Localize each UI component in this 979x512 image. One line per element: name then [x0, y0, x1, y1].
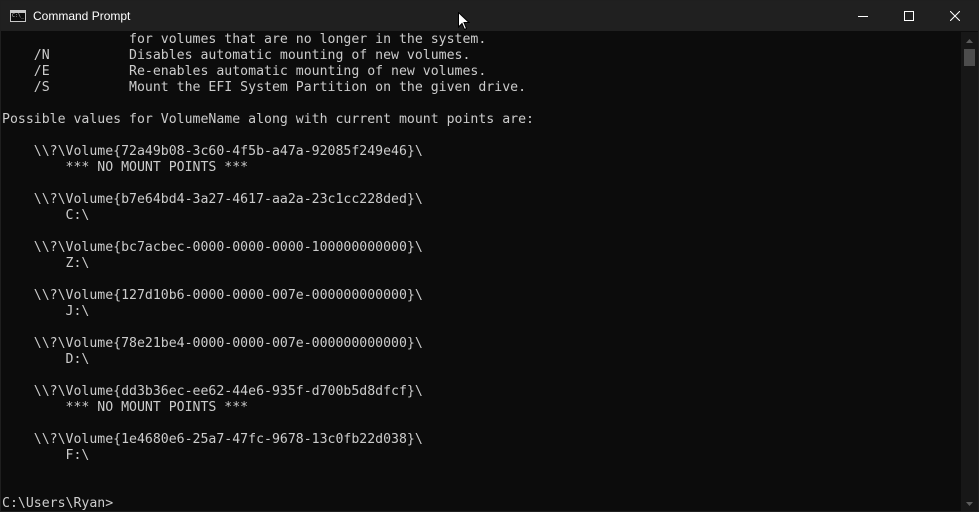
console-line: C:\ — [2, 208, 90, 223]
console-line: /N Disables automatic mounting of new vo… — [2, 48, 471, 63]
console-line: *** NO MOUNT POINTS *** — [2, 160, 249, 175]
scroll-up-button[interactable] — [961, 32, 978, 49]
console-line: for volumes that are no longer in the sy… — [2, 32, 487, 47]
maximize-icon — [904, 11, 914, 21]
console-line: \\?\Volume{bc7acbec-0000-0000-0000-10000… — [2, 240, 423, 255]
console-line: C:\Users\Ryan> — [2, 496, 114, 511]
console-line: \\?\Volume{b7e64bd4-3a27-4617-aa2a-23c1c… — [2, 192, 423, 207]
console-line: *** NO MOUNT POINTS *** — [2, 400, 249, 415]
console-line: \\?\Volume{127d10b6-0000-0000-007e-00000… — [2, 288, 423, 303]
console-line: /S Mount the EFI System Partition on the… — [2, 80, 527, 95]
console-line: \\?\Volume{dd3b36ec-ee62-44e6-935f-d700b… — [2, 384, 423, 399]
console-output[interactable]: for volumes that are no longer in the sy… — [1, 32, 961, 511]
minimize-icon — [858, 16, 868, 17]
command-prompt-window: Command Prompt for volu — [0, 0, 979, 512]
scroll-thumb[interactable] — [964, 49, 975, 66]
window-title: Command Prompt — [33, 9, 131, 23]
console-line: F:\ — [2, 448, 90, 463]
console-line: /E Re-enables automatic mounting of new … — [2, 64, 487, 79]
scroll-down-arrow-icon — [966, 501, 973, 506]
console-text: for volumes that are no longer in the sy… — [2, 32, 961, 511]
console-line: \\?\Volume{1e4680e6-25a7-47fc-9678-13c0f… — [2, 432, 423, 447]
title-bar[interactable]: Command Prompt — [1, 1, 978, 31]
close-icon — [950, 11, 960, 21]
minimize-button[interactable] — [840, 1, 886, 31]
console-line: D:\ — [2, 352, 90, 367]
console-line: Z:\ — [2, 256, 90, 271]
console-line: \\?\Volume{72a49b08-3c60-4f5b-a47a-92085… — [2, 144, 423, 159]
scroll-down-button[interactable] — [961, 495, 978, 511]
mouse-pointer-icon — [458, 12, 470, 31]
console-app-icon[interactable] — [10, 10, 26, 22]
caption-buttons — [840, 1, 978, 31]
console-line: \\?\Volume{78e21be4-0000-0000-007e-00000… — [2, 336, 423, 351]
close-button[interactable] — [932, 1, 978, 31]
vertical-scrollbar[interactable] — [961, 32, 978, 511]
maximize-button[interactable] — [886, 1, 932, 31]
scroll-up-arrow-icon — [966, 38, 973, 43]
console-line: J:\ — [2, 304, 90, 319]
console-line: Possible values for VolumeName along wit… — [2, 112, 534, 127]
